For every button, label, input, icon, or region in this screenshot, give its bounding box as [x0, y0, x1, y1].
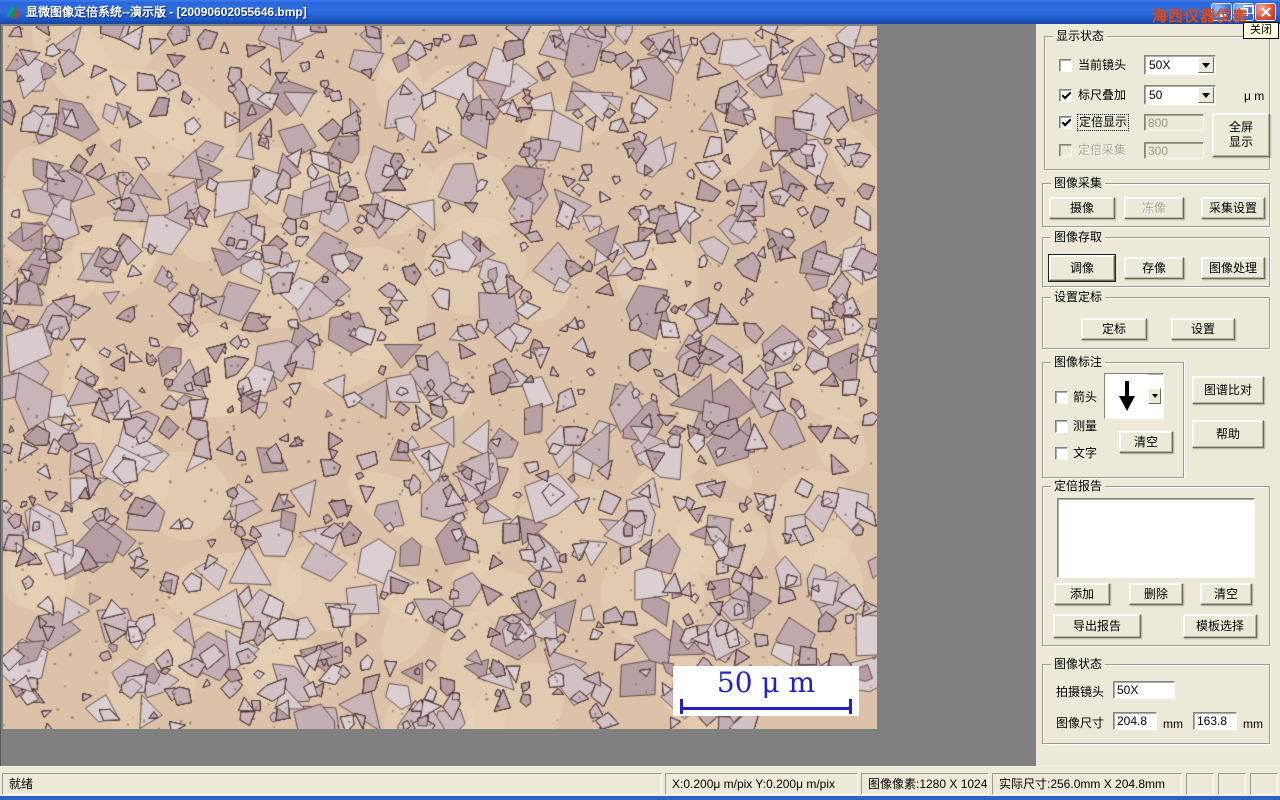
- fullscreen-button[interactable]: 全屏 显示: [1212, 113, 1270, 157]
- text-checkbox[interactable]: [1055, 447, 1068, 460]
- status-ready: 就绪: [2, 773, 662, 795]
- group-annotation-title: 图像标注: [1051, 355, 1106, 370]
- fixed-display-label: 定倍显示: [1076, 114, 1130, 131]
- calib-settings-button[interactable]: 设置: [1171, 318, 1235, 340]
- export-report-button[interactable]: 导出报告: [1053, 614, 1141, 638]
- calibrate-button[interactable]: 定标: [1081, 318, 1147, 340]
- ruler-overlay-checkbox[interactable]: [1059, 89, 1072, 102]
- current-lens-checkbox[interactable]: [1059, 59, 1072, 72]
- window-title: 显微图像定倍系统--演示版 - [20090602055646.bmp]: [26, 5, 307, 19]
- save-image-button[interactable]: 存像: [1124, 257, 1184, 279]
- shoot-lens-value: [1113, 681, 1175, 699]
- chevron-down-icon[interactable]: [1148, 388, 1161, 404]
- window-border-bottom: [0, 796, 1280, 800]
- group-image-state-title: 图像状态: [1051, 657, 1106, 672]
- status-bar: 就绪 X:0.200μ m/pix Y:0.200μ m/pix 图像像素:12…: [0, 766, 1280, 796]
- clear-annotation-button[interactable]: 清空: [1119, 431, 1173, 453]
- status-spare-2: [1218, 773, 1246, 795]
- micrograph-viewport: 50 μ m: [3, 26, 877, 729]
- ruler-value-select[interactable]: 50: [1144, 85, 1216, 105]
- image-client-area: 50 μ m: [0, 24, 1036, 766]
- arrow-style-select[interactable]: [1104, 373, 1164, 419]
- text-label: 文字: [1073, 446, 1098, 460]
- titlebar: 显微图像定倍系统--演示版 - [20090602055646.bmp] 海西仪…: [0, 0, 1280, 25]
- image-height-value: [1193, 712, 1237, 730]
- arrow-checkbox[interactable]: [1055, 391, 1068, 404]
- template-select-button[interactable]: 模板选择: [1183, 614, 1257, 638]
- shoot-button[interactable]: 摄像: [1049, 197, 1115, 219]
- group-image-storage-title: 图像存取: [1051, 230, 1106, 245]
- report-delete-button[interactable]: 删除: [1129, 583, 1183, 605]
- app-window: 显微图像定倍系统--演示版 - [20090602055646.bmp] 海西仪…: [0, 0, 1280, 800]
- fixed-capture-label: 定倍采集: [1078, 143, 1127, 157]
- group-display-status-title: 显示状态: [1053, 29, 1108, 44]
- status-spare-1: [1186, 773, 1214, 795]
- report-listbox[interactable]: [1057, 498, 1255, 578]
- report-clear-button[interactable]: 清空: [1200, 583, 1252, 605]
- micrograph-image: [3, 26, 877, 729]
- current-lens-label: 当前镜头: [1078, 58, 1127, 72]
- scale-bar: 50 μ m: [673, 666, 859, 716]
- ruler-unit-label: μ m: [1244, 89, 1265, 103]
- capture-settings-button[interactable]: 采集设置: [1201, 197, 1265, 219]
- brand-watermark: 海西仪器仪表: [1152, 8, 1249, 25]
- fixed-capture-input: [1144, 142, 1204, 159]
- group-image-capture: 图像采集 摄像 冻像 采集设置: [1042, 176, 1270, 227]
- group-calibration-title: 设置定标: [1051, 290, 1106, 305]
- group-image-storage: 图像存取 调像 存像 图像处理: [1042, 230, 1270, 287]
- group-image-capture-title: 图像采集: [1051, 176, 1106, 191]
- group-calibration: 设置定标 定标 设置: [1042, 290, 1270, 349]
- image-process-button[interactable]: 图像处理: [1201, 257, 1265, 279]
- scale-bar-line: [680, 707, 852, 710]
- ruler-overlay-label: 标尺叠加: [1078, 88, 1127, 102]
- measure-label: 测量: [1073, 419, 1098, 433]
- image-height-unit: mm: [1243, 717, 1263, 731]
- image-width-value: [1113, 712, 1157, 730]
- shoot-lens-label: 拍摄镜头: [1056, 685, 1105, 699]
- report-add-button[interactable]: 添加: [1054, 583, 1110, 605]
- status-pixel-scale: X:0.200μ m/pix Y:0.200μ m/pix: [665, 773, 858, 795]
- fixed-display-checkbox[interactable]: [1059, 116, 1072, 129]
- load-image-button[interactable]: 调像: [1049, 255, 1115, 281]
- image-size-label: 图像尺寸: [1056, 716, 1105, 730]
- status-spare-3: [1250, 773, 1278, 795]
- close-tooltip: 关闭: [1243, 22, 1279, 39]
- fixed-display-input: [1144, 114, 1204, 131]
- arrow-label: 箭头: [1073, 390, 1098, 404]
- close-button[interactable]: [1255, 3, 1276, 21]
- down-arrow-icon: [1105, 374, 1148, 418]
- help-button[interactable]: 帮助: [1192, 420, 1264, 448]
- group-report-title: 定倍报告: [1051, 479, 1106, 494]
- chevron-down-icon[interactable]: [1198, 57, 1214, 73]
- atlas-compare-button[interactable]: 图谱比对: [1192, 376, 1264, 404]
- app-icon: [6, 6, 20, 19]
- measure-checkbox[interactable]: [1055, 420, 1068, 433]
- control-panel: 显示状态 当前镜头 50X 标尺叠加 50 μ m 定倍显示 定倍采集 全屏 显…: [1036, 24, 1280, 766]
- image-width-unit: mm: [1163, 717, 1183, 731]
- group-image-state: 图像状态 拍摄镜头 图像尺寸 mm mm: [1042, 657, 1270, 744]
- status-real-size: 实际尺寸:256.0mm X 204.8mm: [992, 773, 1182, 795]
- scale-bar-label: 50 μ m: [716, 666, 816, 699]
- group-report: 定倍报告 添加 删除 清空 导出报告 模板选择: [1042, 479, 1270, 646]
- current-lens-select[interactable]: 50X: [1144, 55, 1216, 75]
- chevron-down-icon[interactable]: [1198, 87, 1214, 103]
- group-display-status: 显示状态 当前镜头 50X 标尺叠加 50 μ m 定倍显示 定倍采集 全屏 显…: [1044, 29, 1270, 170]
- group-annotation: 图像标注 箭头 测量 文字 清空: [1042, 355, 1184, 478]
- status-image-pixels: 图像像素:1280 X 1024: [861, 773, 989, 795]
- freeze-button: 冻像: [1124, 197, 1184, 219]
- fixed-capture-checkbox: [1059, 144, 1072, 157]
